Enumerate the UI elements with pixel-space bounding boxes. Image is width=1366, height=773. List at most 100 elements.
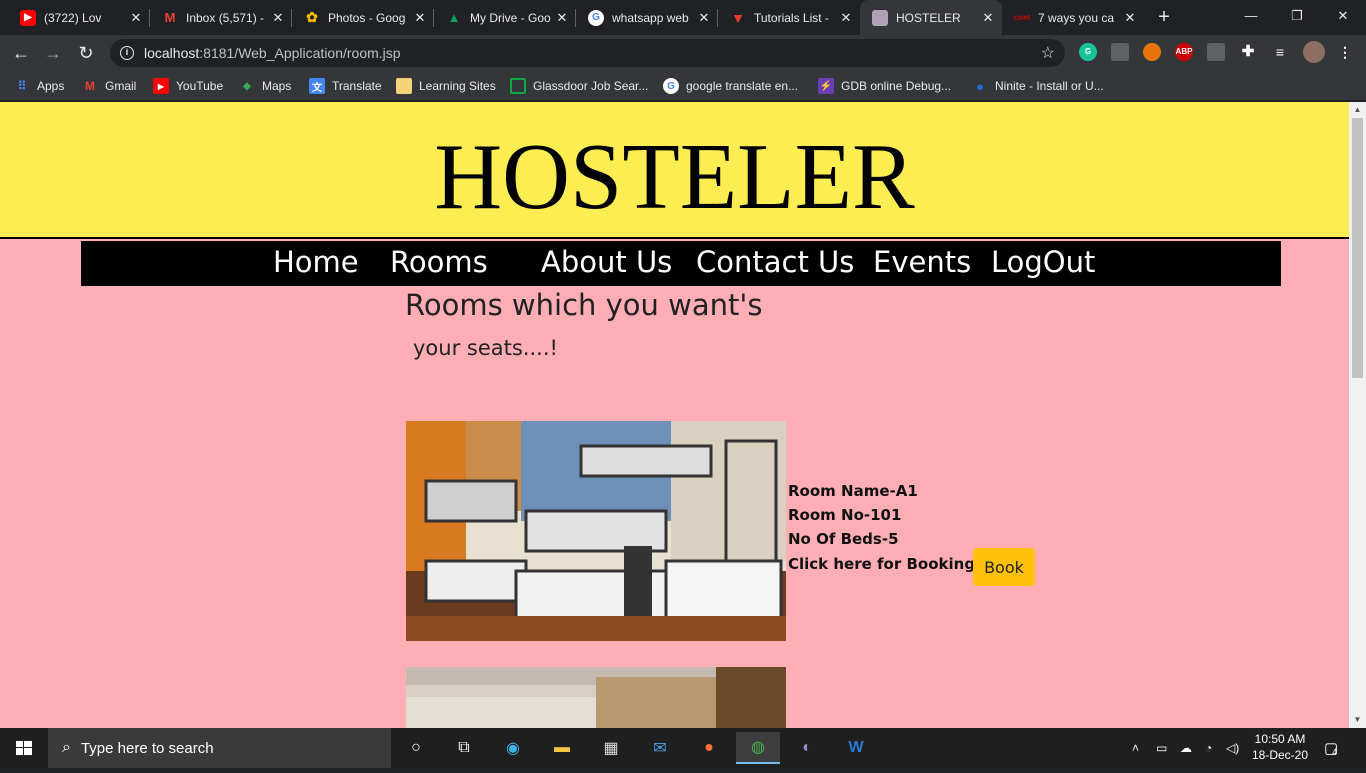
firefox-icon[interactable]: ● bbox=[687, 732, 731, 764]
avatar[interactable] bbox=[1303, 41, 1325, 63]
close-icon[interactable]: ✕ bbox=[268, 10, 288, 26]
taskbar-clock[interactable]: 10:50 AM 18-Dec-20 bbox=[1245, 731, 1315, 763]
cortana-icon[interactable]: ○ bbox=[394, 732, 438, 764]
bookmark-gdb[interactable]: ⚡ GDB online Debug... bbox=[818, 76, 951, 96]
browser-tab[interactable]: ▲ My Drive - Goo ✕ bbox=[434, 0, 576, 35]
bookmark-google-translate[interactable]: Ggoogle translate en... bbox=[663, 76, 798, 96]
bookmark-glassdoor[interactable]: Glassdoor Job Sear... bbox=[510, 76, 648, 96]
wifi-icon[interactable]: ◔ bbox=[1205, 728, 1212, 768]
address-bar[interactable]: i localhost:8181/Web_Application/room.js… bbox=[110, 39, 1065, 67]
extension-icon[interactable] bbox=[1111, 43, 1129, 61]
menu-icon[interactable]: ⋮ bbox=[1336, 43, 1354, 61]
close-icon[interactable]: ✕ bbox=[694, 10, 714, 26]
nav-home[interactable]: Home bbox=[273, 245, 359, 279]
bookmark-ninite[interactable]: ● Ninite - Install or U... bbox=[972, 76, 1104, 96]
volume-icon[interactable]: ◁) bbox=[1226, 728, 1239, 768]
tab-title: Tutorials List - bbox=[754, 10, 829, 25]
book-button[interactable]: Book bbox=[973, 548, 1035, 586]
site-brand: HOSTELER bbox=[434, 125, 915, 229]
close-icon[interactable]: ✕ bbox=[552, 10, 572, 26]
media-icon[interactable]: ≡ bbox=[1271, 43, 1289, 61]
site-header: HOSTELER bbox=[0, 102, 1349, 239]
browser-tab[interactable]: M Inbox (5,571) - ✕ bbox=[150, 0, 292, 35]
grammarly-icon[interactable]: G bbox=[1079, 43, 1097, 61]
gmail-icon: M bbox=[164, 10, 176, 25]
browser-tab[interactable]: ▼ Tutorials List - ✕ bbox=[718, 0, 860, 35]
star-icon[interactable]: ☆ bbox=[1041, 43, 1055, 63]
nav-events[interactable]: Events bbox=[873, 245, 971, 279]
cast-icon[interactable] bbox=[1207, 43, 1225, 61]
forward-arrow-icon[interactable]: → bbox=[38, 38, 68, 68]
browser-tab[interactable]: cnet 7 ways you ca ✕ bbox=[1002, 0, 1144, 35]
glassdoor-icon bbox=[510, 78, 526, 94]
scrollbar-thumb[interactable] bbox=[1352, 118, 1363, 378]
mail-icon[interactable]: ✉ bbox=[638, 732, 682, 764]
eclipse-icon[interactable]: ◐ bbox=[785, 732, 829, 764]
new-tab-button[interactable]: + bbox=[1152, 5, 1176, 29]
folder-icon bbox=[396, 78, 412, 94]
room-name: Room Name-A1 bbox=[788, 482, 918, 500]
battery-icon[interactable]: ▭ bbox=[1156, 728, 1167, 768]
browser-tab[interactable]: ▶ (3722) Lov ✕ bbox=[8, 0, 150, 35]
maps-icon: ◆ bbox=[243, 80, 251, 92]
nav-rooms[interactable]: Rooms bbox=[390, 245, 488, 279]
nav-logout[interactable]: LogOut bbox=[991, 245, 1095, 279]
close-window-button[interactable]: ✕ bbox=[1320, 0, 1366, 32]
clock-time: 10:50 AM bbox=[1254, 732, 1306, 746]
page-scrollbar[interactable]: ▲ ▼ bbox=[1349, 102, 1366, 728]
browser-toolbar: ← → ↻ i localhost:8181/Web_Application/r… bbox=[0, 35, 1366, 70]
browser-tab[interactable]: ✿ Photos - Goog ✕ bbox=[292, 0, 434, 35]
puzzle-icon[interactable]: ✚ bbox=[1239, 43, 1257, 61]
extension-icon[interactable] bbox=[1143, 43, 1161, 61]
scroll-up-icon[interactable]: ▲ bbox=[1349, 102, 1366, 118]
notification-count: 4 bbox=[1332, 747, 1338, 757]
tray-chevron-icon[interactable]: ˄ bbox=[1132, 728, 1139, 768]
task-view-icon[interactable]: ⧉ bbox=[442, 732, 486, 764]
page-subtitle: your seats....! bbox=[413, 336, 558, 360]
info-icon[interactable]: i bbox=[120, 46, 134, 60]
gmail-icon: M bbox=[85, 79, 95, 93]
room-photo bbox=[406, 421, 786, 641]
scroll-down-icon[interactable]: ▼ bbox=[1349, 712, 1366, 728]
onedrive-icon[interactable]: ☁ bbox=[1180, 728, 1192, 768]
page-viewport: HOSTELER Home Rooms About Us Contact Us … bbox=[0, 102, 1349, 728]
back-arrow-icon[interactable]: ← bbox=[6, 38, 36, 68]
reload-icon[interactable]: ↻ bbox=[71, 38, 101, 68]
close-icon[interactable]: ✕ bbox=[410, 10, 430, 26]
windows-start-button[interactable] bbox=[0, 728, 48, 768]
tab-title: 7 ways you ca bbox=[1038, 10, 1115, 25]
minimize-button[interactable]: — bbox=[1228, 0, 1274, 32]
google-icon: G bbox=[663, 78, 679, 94]
bookmark-apps[interactable]: ⠿ Apps bbox=[14, 76, 65, 96]
word-icon[interactable]: W bbox=[834, 732, 878, 764]
close-icon[interactable]: ✕ bbox=[126, 10, 146, 26]
notification-icon[interactable]: ▢ 4 bbox=[1324, 728, 1338, 768]
nav-contact-us[interactable]: Contact Us bbox=[696, 245, 854, 279]
bookmark-translate[interactable]: 文 Translate bbox=[309, 76, 382, 96]
chrome-icon[interactable]: ◍ bbox=[736, 732, 780, 764]
bookmark-folder[interactable]: Learning Sites bbox=[396, 76, 496, 96]
bookmark-maps[interactable]: ◆ Maps bbox=[239, 76, 291, 96]
windows-logo-icon bbox=[16, 741, 32, 755]
site-nav: Home Rooms About Us Contact Us Events Lo… bbox=[81, 241, 1281, 286]
adblock-icon[interactable]: ABP bbox=[1175, 43, 1193, 61]
close-icon[interactable]: ✕ bbox=[836, 10, 856, 26]
file-explorer-icon[interactable]: ▬ bbox=[540, 732, 584, 764]
windows-taskbar: ⌕ Type here to search ○ ⧉ ◉ ▬ ▦ ✉ ● ◍ ◐ … bbox=[0, 728, 1366, 768]
search-placeholder: Type here to search bbox=[80, 739, 214, 757]
browser-tab[interactable]: G whatsapp web ✕ bbox=[576, 0, 718, 35]
tab-title: (3722) Lov bbox=[44, 10, 102, 25]
edge-icon[interactable]: ◉ bbox=[491, 732, 535, 764]
browser-tab-active[interactable]: HOSTELER ✕ bbox=[860, 0, 1002, 35]
store-icon[interactable]: ▦ bbox=[589, 732, 633, 764]
bookmark-youtube[interactable]: ▶ YouTube bbox=[153, 76, 223, 96]
page-title: Rooms which you want's bbox=[405, 288, 763, 322]
taskbar-search[interactable]: ⌕ Type here to search bbox=[48, 728, 391, 768]
room-photo bbox=[406, 667, 786, 728]
drive-icon: ▲ bbox=[447, 10, 461, 25]
close-icon[interactable]: ✕ bbox=[1120, 10, 1140, 26]
restore-button[interactable]: ❐ bbox=[1274, 0, 1320, 32]
nav-about-us[interactable]: About Us bbox=[541, 245, 672, 279]
close-icon[interactable]: ✕ bbox=[978, 10, 998, 26]
bookmark-gmail[interactable]: M Gmail bbox=[82, 76, 136, 96]
